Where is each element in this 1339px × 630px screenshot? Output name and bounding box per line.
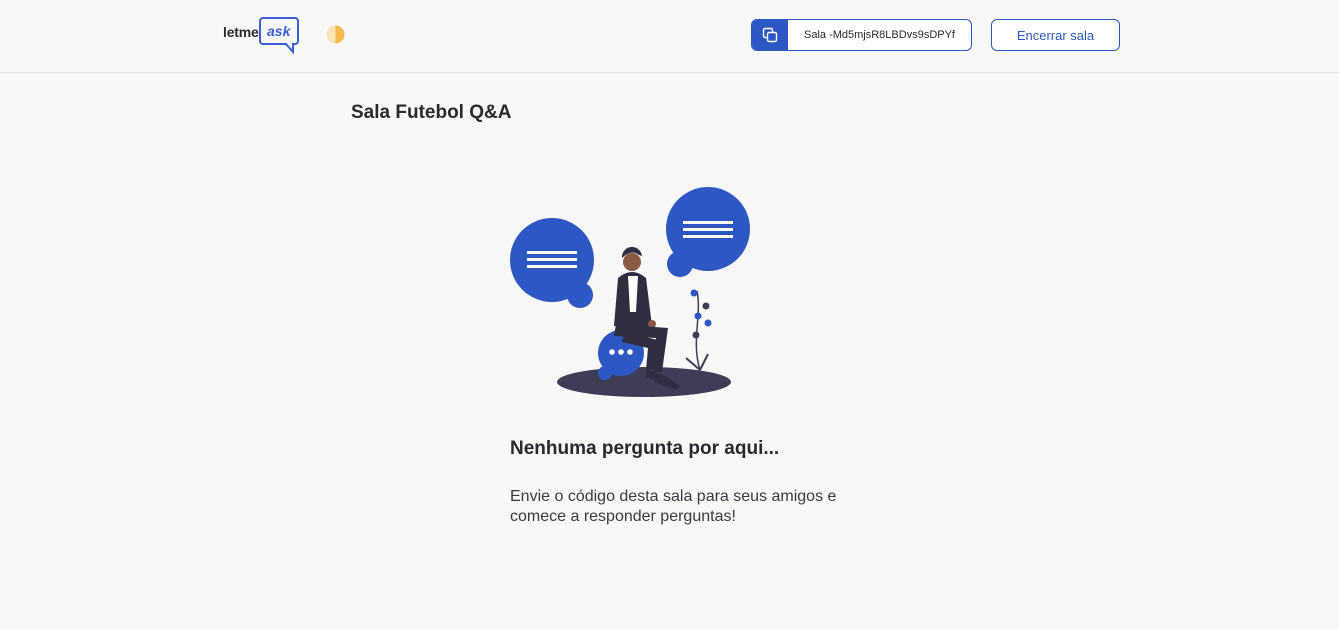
letmeask-logo[interactable]: letme ask <box>223 16 301 54</box>
copy-icon <box>752 20 788 50</box>
empty-state-description: Envie o código desta sala para seus amig… <box>510 488 837 525</box>
logo-letme-text: letme <box>223 24 259 40</box>
room-code-button[interactable]: Sala -Md5mjsR8LBDvs9sDPYf <box>751 19 972 51</box>
page-title: Sala Futebol Q&A <box>351 102 512 123</box>
room-code-text: Sala -Md5mjsR8LBDvs9sDPYf <box>804 29 955 41</box>
empty-state-title: Nenhuma pergunta por aqui... <box>510 438 780 459</box>
top-bar: letme ask Sala -Md5mjsR8LBDvs9sDPYf Ence… <box>0 0 1339 73</box>
end-room-button[interactable]: Encerrar sala <box>991 19 1120 51</box>
empty-questions-illustration <box>508 186 758 406</box>
logo-ask-text: ask <box>267 23 291 39</box>
theme-toggle-icon[interactable] <box>326 25 345 44</box>
